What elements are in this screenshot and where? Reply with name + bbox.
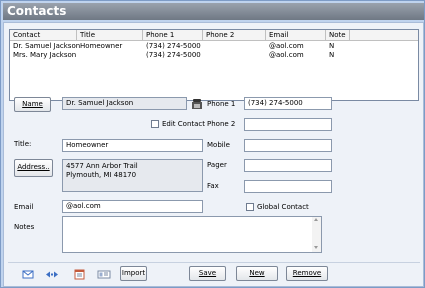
column-header-phone2[interactable]: Phone 2 xyxy=(203,30,266,41)
name-button[interactable]: Name xyxy=(14,97,51,112)
column-header-email[interactable]: Email xyxy=(266,30,326,41)
email-icon[interactable] xyxy=(18,267,36,280)
pager-label: Pager xyxy=(207,161,227,169)
calendar-icon[interactable] xyxy=(69,267,87,280)
global-contact-checkbox[interactable] xyxy=(246,203,254,211)
remove-button[interactable]: Remove xyxy=(286,266,328,281)
window-title: Contacts xyxy=(7,4,67,18)
notes-scrollbar[interactable] xyxy=(312,217,321,252)
address-line-1: 4577 Ann Arbor Trail xyxy=(66,162,138,170)
email-label: Email xyxy=(14,203,34,211)
import-button[interactable]: Import xyxy=(120,266,147,281)
contacts-panel: Contact Title Phone 1 Phone 2 Email Note… xyxy=(3,22,424,287)
phone-book-icon[interactable] xyxy=(190,98,204,110)
row-phone1: (734) 274-5000 xyxy=(146,51,201,59)
name-field[interactable]: Dr. Samuel Jackson xyxy=(62,97,187,110)
toolbar-divider xyxy=(8,262,420,263)
address-field[interactable]: 4577 Ann Arbor Trail Plymouth, MI 48170 xyxy=(62,159,203,192)
row-title: Homeowner xyxy=(80,42,123,50)
edit-contact-checkbox[interactable] xyxy=(151,120,159,128)
mobile-field[interactable] xyxy=(244,139,332,152)
column-header-title[interactable]: Title xyxy=(77,30,143,41)
global-contact-label: Global Contact xyxy=(257,203,309,211)
scroll-up-icon[interactable] xyxy=(314,218,318,221)
pager-field[interactable] xyxy=(244,159,332,172)
save-button-label: Save xyxy=(198,269,217,277)
new-button[interactable]: New xyxy=(236,266,278,281)
save-button[interactable]: Save xyxy=(189,266,226,281)
title-label: Title: xyxy=(14,140,32,148)
row-email: @aol.com xyxy=(269,51,304,59)
fax-label: Fax xyxy=(207,182,219,190)
row-note: N xyxy=(329,42,335,50)
new-button-label: New xyxy=(249,269,265,277)
column-header-contact[interactable]: Contact xyxy=(10,30,77,41)
row-note: N xyxy=(329,51,335,59)
title-field[interactable]: Homeowner xyxy=(62,139,203,152)
contact-list[interactable]: Contact Title Phone 1 Phone 2 Email Note… xyxy=(9,29,419,101)
edit-contact-label: Edit Contact xyxy=(162,120,206,128)
email-field[interactable]: @aol.com xyxy=(62,200,203,213)
phone1-field[interactable]: (734) 274-5000 xyxy=(244,97,332,110)
phone1-label: Phone 1 xyxy=(207,100,236,108)
row-contact: Dr. Samuel Jackson xyxy=(13,42,81,50)
address-button[interactable]: Address.. xyxy=(14,159,53,177)
column-header-phone1[interactable]: Phone 1 xyxy=(143,30,203,41)
row-email: @aol.com xyxy=(269,42,304,50)
column-header-note[interactable]: Note xyxy=(326,30,350,41)
column-header-filler xyxy=(350,30,418,41)
navigate-icon[interactable] xyxy=(42,267,60,280)
contacts-window: Contacts Contact Title Phone 1 Phone 2 E… xyxy=(0,0,425,288)
address-line-2: Plymouth, MI 48170 xyxy=(66,171,137,179)
notes-field[interactable] xyxy=(62,216,322,253)
remove-button-label: Remove xyxy=(292,269,322,277)
title-bar: Contacts xyxy=(3,3,424,20)
fax-field[interactable] xyxy=(244,180,332,193)
card-icon[interactable] xyxy=(94,267,112,280)
phone2-label: Phone 2 xyxy=(207,120,236,128)
name-button-label: Name xyxy=(22,100,43,108)
scroll-down-icon[interactable] xyxy=(314,246,318,249)
notes-label: Notes xyxy=(14,223,35,231)
mobile-label: Mobile xyxy=(207,141,230,149)
phone2-field[interactable] xyxy=(244,118,332,131)
address-button-label: Address.. xyxy=(17,163,50,171)
row-phone1: (734) 274-5000 xyxy=(146,42,201,50)
row-contact: Mrs. Mary Jackson xyxy=(13,51,77,59)
